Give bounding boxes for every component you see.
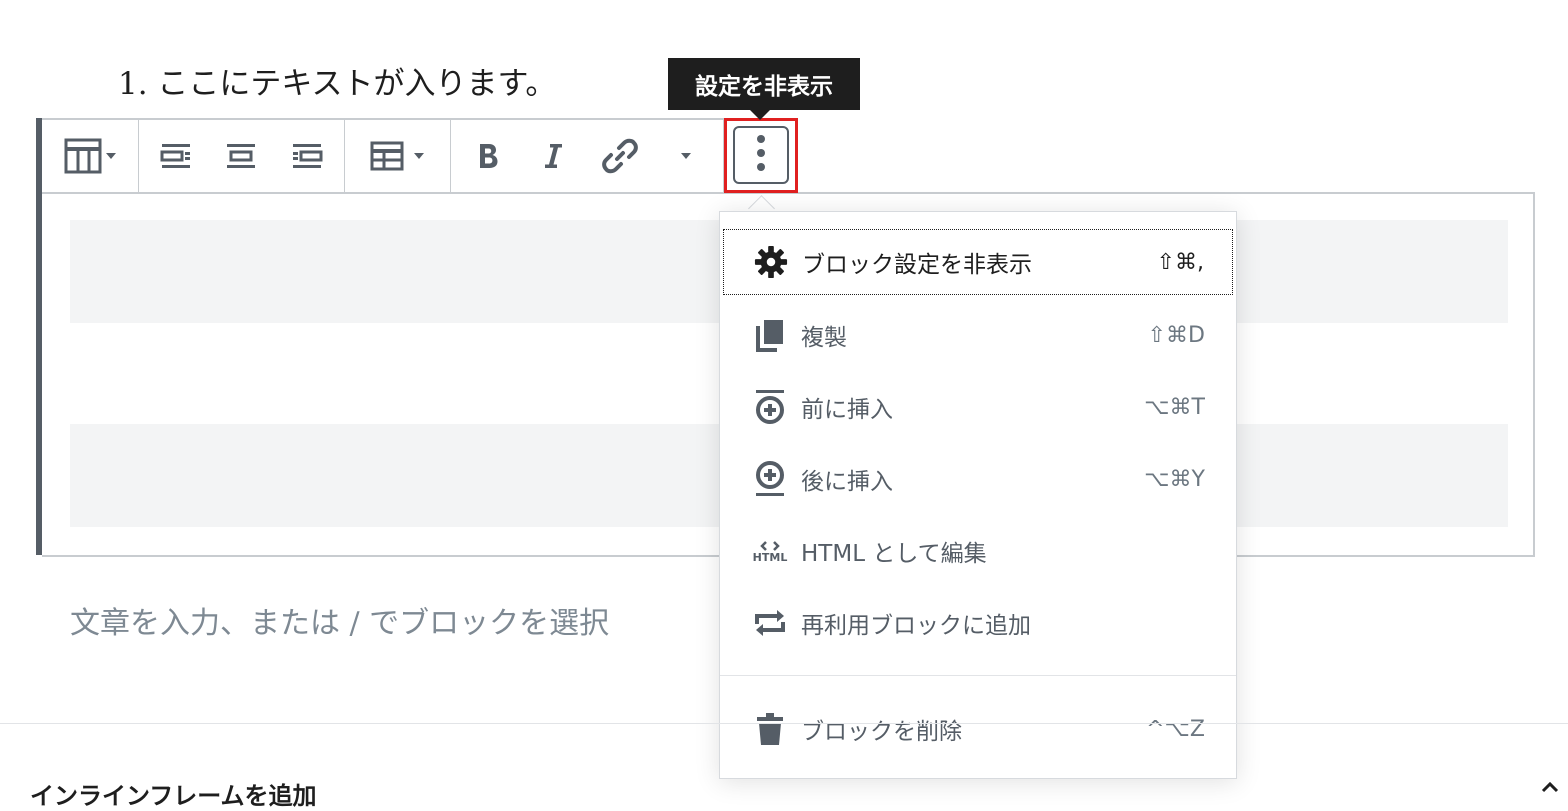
duplicate-icon <box>753 318 787 352</box>
gear-icon <box>754 245 788 279</box>
bold-button[interactable] <box>458 126 518 186</box>
panel-title[interactable]: インラインフレームを追加 <box>30 776 317 811</box>
menu-item-hide-block-settings[interactable]: ブロック設定を非表示 ⇧⌘, <box>723 229 1233 295</box>
align-right-button[interactable] <box>277 126 337 186</box>
align-center-icon <box>225 142 257 170</box>
edit-table-button[interactable] <box>362 126 434 186</box>
link-button[interactable] <box>590 126 650 186</box>
menu-item-shortcut: ^⌥Z <box>1146 716 1205 742</box>
more-options-highlight <box>724 118 798 193</box>
toolbar-group-formatting <box>450 120 723 192</box>
toolbar-group-table <box>344 120 451 192</box>
menu-item-shortcut: ⇧⌘D <box>1147 322 1205 348</box>
menu-item-label: 前に挿入 <box>801 397 893 423</box>
align-center-button[interactable] <box>211 126 271 186</box>
toolbar-group-alignment <box>138 120 345 192</box>
tooltip-arrow <box>750 110 770 120</box>
chevron-up-icon[interactable] <box>1540 778 1560 793</box>
more-formatting-chevron-icon <box>679 151 693 161</box>
menu-item-duplicate[interactable]: 複製 ⇧⌘D <box>723 302 1233 368</box>
panel-divider <box>0 723 1568 724</box>
list-item[interactable]: 1. ここにテキストが入ります。 <box>118 62 556 106</box>
html-icon: HTML <box>753 534 787 568</box>
menu-item-shortcut: ⇧⌘, <box>1156 249 1204 275</box>
block-type-button[interactable] <box>56 126 126 186</box>
menu-item-insert-before[interactable]: 前に挿入 ⌥⌘T <box>723 374 1233 440</box>
menu-item-label: ブロック設定を非表示 <box>802 252 1032 278</box>
toolbar-group-block-type <box>42 120 139 192</box>
more-options-icon <box>756 133 766 177</box>
menu-item-label: 再利用ブロックに追加 <box>801 613 1031 639</box>
menu-item-shortcut: ⌥⌘T <box>1144 394 1205 420</box>
menu-item-label: 複製 <box>801 325 847 351</box>
reusable-block-icon <box>753 606 787 640</box>
chevron-down-icon <box>412 151 426 161</box>
menu-separator <box>720 675 1236 676</box>
more-formatting-button[interactable] <box>656 126 716 186</box>
more-options-button[interactable] <box>733 126 789 184</box>
chevron-down-icon <box>104 151 118 161</box>
bold-icon <box>476 141 500 171</box>
align-left-button[interactable] <box>146 126 206 186</box>
menu-item-insert-after[interactable]: 後に挿入 ⌥⌘Y <box>723 446 1233 512</box>
menu-item-label: ブロックを削除 <box>801 719 962 745</box>
paragraph-placeholder[interactable]: 文章を入力、または / でブロックを選択 <box>70 598 609 642</box>
insert-before-icon <box>753 390 787 424</box>
menu-item-remove-block[interactable]: ブロックを削除 ^⌥Z <box>723 696 1233 762</box>
menu-item-label: 後に挿入 <box>801 469 893 495</box>
menu-item-edit-as-html[interactable]: HTML HTML として編集 <box>723 518 1233 584</box>
link-icon <box>601 137 639 175</box>
block-toolbar <box>42 118 724 192</box>
table-icon <box>64 138 104 174</box>
align-left-icon <box>160 142 192 170</box>
italic-button[interactable] <box>523 126 583 186</box>
menu-item-label: HTML として編集 <box>801 541 987 567</box>
block-settings-menu: ブロック設定を非表示 ⇧⌘, 複製 ⇧⌘D 前に挿入 ⌥⌘T 後に挿入 ⌥⌘Y … <box>719 211 1237 779</box>
menu-item-add-to-reusable[interactable]: 再利用ブロックに追加 <box>723 590 1233 656</box>
insert-after-icon <box>753 461 787 496</box>
menu-item-shortcut: ⌥⌘Y <box>1144 466 1205 492</box>
edit-table-icon <box>370 141 406 171</box>
align-right-icon <box>291 142 323 170</box>
trash-icon <box>753 712 787 746</box>
italic-icon <box>541 141 565 171</box>
tooltip: 設定を非表示 <box>668 58 860 110</box>
